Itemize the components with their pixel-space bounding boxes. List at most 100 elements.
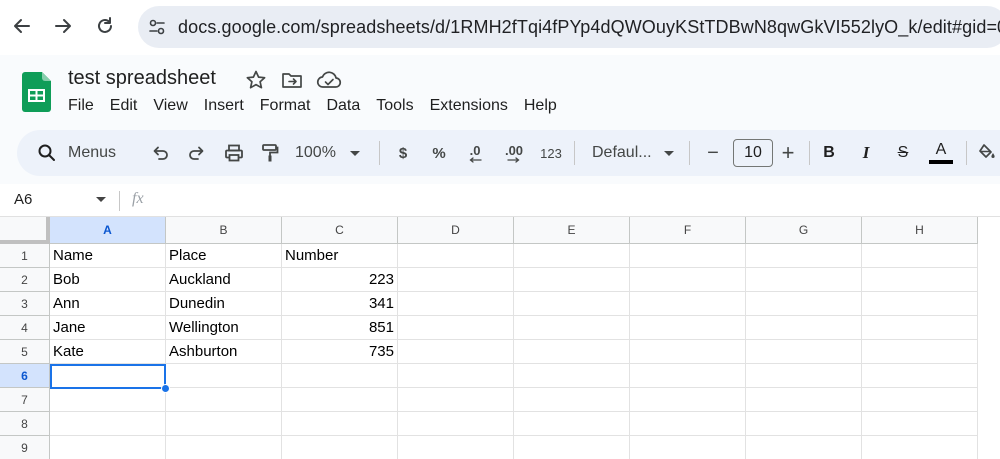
row-header-4[interactable]: 4 — [0, 316, 50, 340]
cell-f7[interactable] — [630, 388, 746, 412]
cell-c7[interactable] — [282, 388, 398, 412]
menu-extensions[interactable]: Extensions — [422, 95, 516, 121]
cell-g8[interactable] — [746, 412, 862, 436]
cell-c6[interactable] — [282, 364, 398, 388]
cell-c1[interactable]: Number — [282, 244, 398, 268]
reload-icon[interactable] — [93, 14, 117, 38]
cell-e6[interactable] — [514, 364, 630, 388]
cell-g4[interactable] — [746, 316, 862, 340]
decrease-decimal-button[interactable]: .0 — [461, 130, 489, 176]
cell-c8[interactable] — [282, 412, 398, 436]
row-header-8[interactable]: 8 — [0, 412, 50, 436]
cell-d3[interactable] — [398, 292, 514, 316]
cell-e3[interactable] — [514, 292, 630, 316]
percent-format-button[interactable]: % — [427, 130, 451, 176]
cell-h8[interactable] — [862, 412, 978, 436]
menu-data[interactable]: Data — [318, 95, 368, 121]
zoom-select[interactable]: 100% — [295, 130, 375, 176]
search-menus-button[interactable]: Menus — [37, 130, 147, 176]
column-header-d[interactable]: D — [398, 217, 514, 244]
font-size-input[interactable]: 10 — [733, 139, 773, 167]
cell-e2[interactable] — [514, 268, 630, 292]
menu-tools[interactable]: Tools — [368, 95, 421, 121]
row-header-6[interactable]: 6 — [0, 364, 50, 388]
row-header-1[interactable]: 1 — [0, 244, 50, 268]
cell-c2[interactable]: 223 — [282, 268, 398, 292]
cell-h2[interactable] — [862, 268, 978, 292]
cell-a6[interactable] — [50, 364, 166, 388]
cell-d4[interactable] — [398, 316, 514, 340]
row-header-2[interactable]: 2 — [0, 268, 50, 292]
cell-d7[interactable] — [398, 388, 514, 412]
bold-button[interactable]: B — [818, 130, 840, 176]
site-settings-icon[interactable] — [147, 17, 167, 37]
cell-a4[interactable]: Jane — [50, 316, 166, 340]
select-all-corner[interactable] — [0, 217, 50, 244]
fill-handle[interactable] — [161, 384, 170, 393]
cell-f1[interactable] — [630, 244, 746, 268]
cell-f3[interactable] — [630, 292, 746, 316]
column-header-a[interactable]: A — [50, 217, 166, 244]
cell-c5[interactable]: 735 — [282, 340, 398, 364]
forward-icon[interactable] — [51, 14, 75, 38]
cell-a3[interactable]: Ann — [50, 292, 166, 316]
cell-a9[interactable] — [50, 436, 166, 459]
currency-format-button[interactable]: $ — [391, 130, 415, 176]
cell-a5[interactable]: Kate — [50, 340, 166, 364]
star-icon[interactable] — [245, 69, 267, 91]
cell-e4[interactable] — [514, 316, 630, 340]
column-header-c[interactable]: C — [282, 217, 398, 244]
cell-a1[interactable]: Name — [50, 244, 166, 268]
cell-h9[interactable] — [862, 436, 978, 459]
cell-g3[interactable] — [746, 292, 862, 316]
cell-f2[interactable] — [630, 268, 746, 292]
cell-g5[interactable] — [746, 340, 862, 364]
cell-e9[interactable] — [514, 436, 630, 459]
italic-button[interactable]: I — [855, 130, 877, 176]
row-header-7[interactable]: 7 — [0, 388, 50, 412]
cloud-saved-icon[interactable] — [316, 69, 342, 91]
cell-h7[interactable] — [862, 388, 978, 412]
cell-b5[interactable]: Ashburton — [166, 340, 282, 364]
cell-g1[interactable] — [746, 244, 862, 268]
cell-e8[interactable] — [514, 412, 630, 436]
cell-c3[interactable]: 341 — [282, 292, 398, 316]
menu-help[interactable]: Help — [516, 95, 565, 121]
cell-g9[interactable] — [746, 436, 862, 459]
cell-d1[interactable] — [398, 244, 514, 268]
fill-color-icon[interactable] — [975, 130, 999, 176]
cell-h3[interactable] — [862, 292, 978, 316]
menu-file[interactable]: File — [60, 95, 102, 121]
menu-view[interactable]: View — [145, 95, 195, 121]
name-box-dropdown-icon[interactable] — [96, 197, 106, 202]
menu-format[interactable]: Format — [252, 95, 319, 121]
font-select[interactable]: Defaul... — [592, 130, 682, 176]
cell-b3[interactable]: Dunedin — [166, 292, 282, 316]
cell-e7[interactable] — [514, 388, 630, 412]
cell-a2[interactable]: Bob — [50, 268, 166, 292]
undo-icon[interactable] — [147, 130, 173, 176]
menu-insert[interactable]: Insert — [196, 95, 252, 121]
increase-decimal-button[interactable]: .00 — [498, 130, 530, 176]
cell-h5[interactable] — [862, 340, 978, 364]
column-header-b[interactable]: B — [166, 217, 282, 244]
cell-c4[interactable]: 851 — [282, 316, 398, 340]
cell-d2[interactable] — [398, 268, 514, 292]
cell-b4[interactable]: Wellington — [166, 316, 282, 340]
cell-d5[interactable] — [398, 340, 514, 364]
menu-edit[interactable]: Edit — [102, 95, 146, 121]
document-title[interactable]: test spreadsheet — [68, 67, 216, 90]
paint-format-icon[interactable] — [257, 130, 283, 176]
column-header-f[interactable]: F — [630, 217, 746, 244]
cell-d9[interactable] — [398, 436, 514, 459]
column-header-h[interactable]: H — [862, 217, 978, 244]
cell-b9[interactable] — [166, 436, 282, 459]
print-icon[interactable] — [221, 130, 247, 176]
cell-b6[interactable] — [166, 364, 282, 388]
move-folder-icon[interactable] — [281, 69, 303, 91]
cell-g6[interactable] — [746, 364, 862, 388]
strikethrough-button[interactable]: S — [891, 130, 915, 176]
decrease-font-size-button[interactable]: − — [702, 130, 724, 176]
cell-f8[interactable] — [630, 412, 746, 436]
sheets-logo-icon[interactable] — [22, 72, 51, 112]
